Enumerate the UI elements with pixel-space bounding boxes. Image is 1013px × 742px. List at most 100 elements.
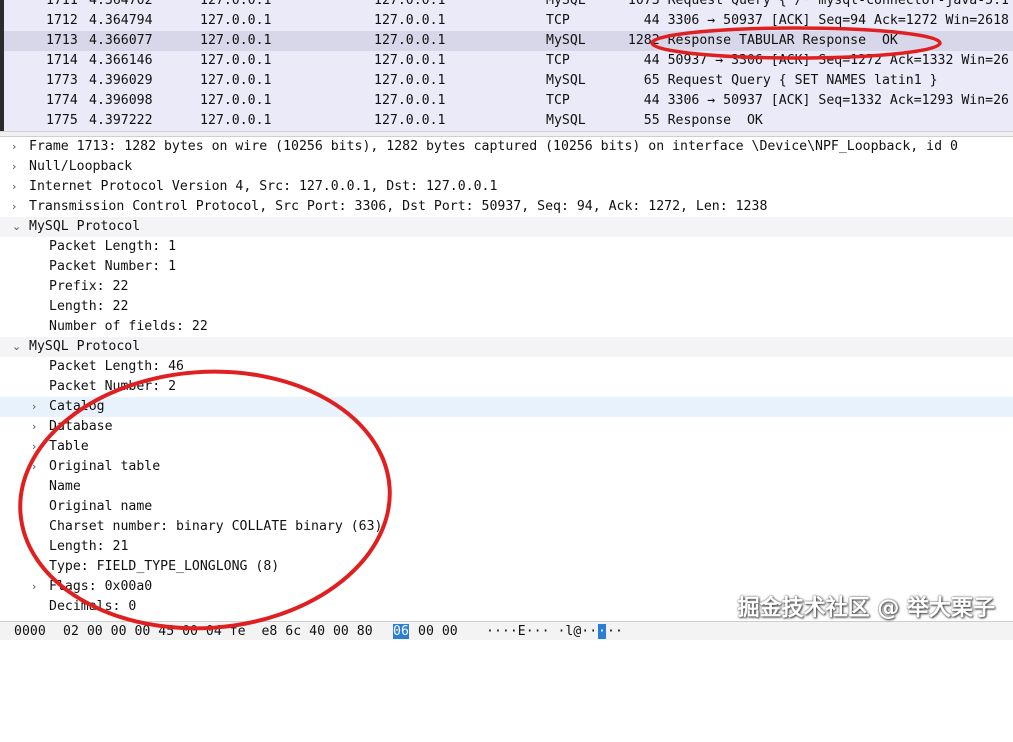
detail-text: Packet Number: 2 [49, 379, 177, 394]
hex-bytes[interactable]: 02 00 00 00 45 00 04 fe e8 6c 40 00 80 [63, 624, 373, 639]
ascii-byte-selected[interactable]: · [598, 624, 606, 639]
detail-text: MySQL Protocol [29, 219, 141, 234]
detail-row[interactable]: ⌄ MySQL Protocol [0, 337, 1013, 357]
packet-src: 127.0.0.1 [200, 53, 272, 68]
packet-src: 127.0.0.1 [200, 13, 272, 28]
packet-no: 1712 [46, 13, 78, 28]
packet-row[interactable]: 1774 4.396098 127.0.0.1 127.0.0.1 TCP 44 330… [4, 91, 1013, 111]
packet-row[interactable]: 1714 4.366146 127.0.0.1 127.0.0.1 TCP 44 509… [4, 51, 1013, 71]
packet-src: 127.0.0.1 [200, 113, 272, 128]
detail-text: Prefix: 22 [49, 279, 129, 294]
packet-time: 4.364794 [89, 13, 153, 28]
detail-row[interactable]: Charset number: binary COLLATE binary (6… [0, 517, 1013, 537]
detail-row[interactable]: Length: 22 [0, 297, 1013, 317]
detail-row[interactable]: › Database [0, 417, 1013, 437]
detail-row[interactable]: Packet Number: 1 [0, 257, 1013, 277]
chevron-right-icon[interactable]: › [32, 400, 36, 413]
watermark: 掘金技术社区 @ 举大栗子 [737, 596, 995, 621]
packet-row[interactable]: 1712 4.364794 127.0.0.1 127.0.0.1 TCP 44 330… [4, 11, 1013, 31]
packet-list: 1711 4.364702 127.0.0.1 127.0.0.1 MySQL 1073… [0, 0, 1013, 131]
packet-time: 4.396029 [89, 73, 153, 88]
packet-proto: MySQL [546, 33, 586, 48]
chevron-right-icon[interactable]: › [32, 460, 36, 473]
packet-src: 127.0.0.1 [200, 33, 272, 48]
ascii-bytes-rest[interactable]: ·· [607, 624, 623, 639]
chevron-down-icon[interactable]: ⌄ [12, 220, 21, 233]
detail-text: Packet Length: 1 [49, 239, 177, 254]
detail-text: Flags: 0x00a0 [49, 579, 153, 594]
detail-text: Original table [49, 459, 161, 474]
detail-row[interactable]: ⌄ MySQL Protocol [0, 217, 1013, 237]
packet-info: 44 3306 → 50937 [ACK] Seq=94 Ack=1272 Wi… [612, 13, 1009, 28]
packet-time: 4.366146 [89, 53, 153, 68]
detail-row[interactable]: › Table [0, 437, 1013, 457]
detail-row[interactable]: › Internet Protocol Version 4, Src: 127.0… [0, 177, 1013, 197]
chevron-right-icon[interactable]: › [12, 140, 16, 153]
detail-row[interactable]: Original name [0, 497, 1013, 517]
chevron-down-icon[interactable]: ⌄ [12, 340, 21, 353]
packet-proto: MySQL [546, 0, 586, 8]
packet-info: 65 Request Query { SET NAMES latin1 } [612, 73, 938, 88]
packet-time: 4.396098 [89, 93, 153, 108]
packet-row[interactable]: 1711 4.364702 127.0.0.1 127.0.0.1 MySQL 1073… [4, 0, 1013, 11]
ascii-bytes[interactable]: ····E··· ·l@·· [486, 624, 597, 639]
detail-text: Name [49, 479, 81, 494]
detail-row[interactable]: › Catalog [0, 397, 1013, 417]
packet-row[interactable]: 1775 4.397222 127.0.0.1 127.0.0.1 MySQL 55 R… [4, 111, 1013, 131]
detail-text: Frame 1713: 1282 bytes on wire (10256 bi… [29, 139, 958, 154]
hex-bytes-rest[interactable]: 00 00 [418, 624, 458, 639]
detail-text: Charset number: binary COLLATE binary (6… [49, 519, 383, 534]
detail-text: Packet Length: 46 [49, 359, 184, 374]
detail-row[interactable]: Type: FIELD_TYPE_LONGLONG (8) [0, 557, 1013, 577]
packet-src: 127.0.0.1 [200, 0, 272, 8]
packet-dst: 127.0.0.1 [374, 73, 446, 88]
packet-dst: 127.0.0.1 [374, 0, 446, 8]
detail-row[interactable]: › Original table [0, 457, 1013, 477]
detail-text: Number of fields: 22 [49, 319, 208, 334]
chevron-right-icon[interactable]: › [32, 440, 36, 453]
packet-proto: TCP [546, 53, 570, 68]
packet-time: 4.397222 [89, 113, 153, 128]
detail-text: Type: FIELD_TYPE_LONGLONG (8) [49, 559, 280, 574]
packet-proto: MySQL [546, 73, 586, 88]
packet-dst: 127.0.0.1 [374, 33, 446, 48]
packet-no: 1711 [46, 0, 78, 8]
detail-text: Length: 21 [49, 539, 129, 554]
detail-text: Original name [49, 499, 153, 514]
packet-row[interactable]: 1713 4.366077 127.0.0.1 127.0.0.1 MySQL 1282… [4, 31, 1013, 51]
detail-row[interactable]: Packet Length: 46 [0, 357, 1013, 377]
packet-info: 44 3306 → 50937 [ACK] Seq=1332 Ack=1293 … [612, 93, 1009, 108]
chevron-right-icon[interactable]: › [32, 580, 36, 593]
chevron-right-icon[interactable]: › [12, 200, 16, 213]
detail-row[interactable]: › Frame 1713: 1282 bytes on wire (10256 b… [0, 137, 1013, 157]
detail-text: MySQL Protocol [29, 339, 141, 354]
packet-no: 1713 [46, 33, 78, 48]
packet-no: 1774 [46, 93, 78, 108]
detail-row[interactable]: Prefix: 22 [0, 277, 1013, 297]
hex-byte-selected[interactable]: 06 [393, 624, 409, 639]
detail-text: Null/Loopback [29, 159, 133, 174]
chevron-right-icon[interactable]: › [12, 160, 16, 173]
detail-text: Length: 22 [49, 299, 129, 314]
packet-dst: 127.0.0.1 [374, 13, 446, 28]
detail-row[interactable]: Name [0, 477, 1013, 497]
packet-src: 127.0.0.1 [200, 73, 272, 88]
detail-text: Table [49, 439, 89, 454]
chevron-right-icon[interactable]: › [32, 420, 36, 433]
detail-row[interactable]: Length: 21 [0, 537, 1013, 557]
packet-proto: TCP [546, 93, 570, 108]
chevron-right-icon[interactable]: › [12, 180, 16, 193]
packet-info: 1282 Response TABULAR Response OK [612, 33, 898, 48]
detail-text: Catalog [49, 399, 105, 414]
detail-row[interactable]: Packet Number: 2 [0, 377, 1013, 397]
detail-row[interactable]: Number of fields: 22 [0, 317, 1013, 337]
packet-row[interactable]: 1773 4.396029 127.0.0.1 127.0.0.1 MySQL 65 R… [4, 71, 1013, 91]
packet-src: 127.0.0.1 [200, 93, 272, 108]
detail-row[interactable]: › Null/Loopback [0, 157, 1013, 177]
detail-text: Decimals: 0 [49, 599, 137, 614]
detail-row[interactable]: › Transmission Control Protocol, Src Port… [0, 197, 1013, 217]
packet-bytes-pane: 0000 02 00 00 00 45 00 04 fe e8 6c 40 00… [0, 621, 1013, 640]
packet-time: 4.366077 [89, 33, 153, 48]
packet-info: 55 Response OK [612, 113, 763, 128]
detail-row[interactable]: Packet Length: 1 [0, 237, 1013, 257]
